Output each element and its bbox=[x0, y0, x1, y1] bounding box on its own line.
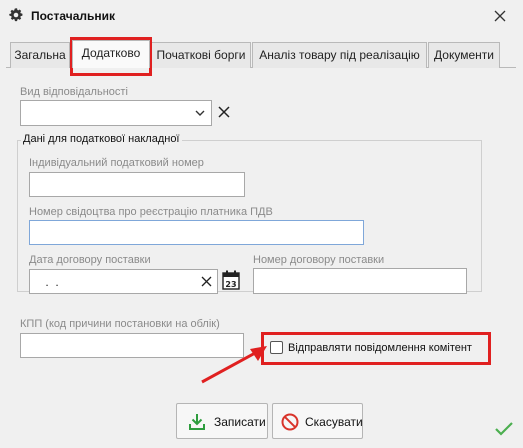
tax-number-input[interactable] bbox=[29, 172, 245, 197]
save-button[interactable]: Записати bbox=[176, 403, 268, 439]
save-download-icon bbox=[189, 414, 205, 430]
tax-invoice-group-title: Дані для податкової накладної bbox=[21, 133, 182, 145]
window-title: Постачальник bbox=[31, 9, 115, 23]
contract-number-label: Номер договору поставки bbox=[253, 254, 385, 266]
checkmark-icon bbox=[495, 422, 513, 436]
tab-documents[interactable]: Документи bbox=[428, 42, 500, 68]
send-commission-messages-label[interactable]: Відправляти повідомлення комітент bbox=[288, 342, 472, 354]
responsibility-type-select[interactable] bbox=[20, 100, 212, 126]
cancel-button[interactable]: Скасувати bbox=[272, 403, 363, 439]
contract-date-value: . . bbox=[42, 275, 59, 289]
save-button-label: Записати bbox=[214, 415, 266, 429]
responsibility-type-label: Вид відповідальності bbox=[20, 86, 128, 98]
tax-number-label: Індивідуальний податковий номер bbox=[29, 157, 204, 169]
contract-date-label: Дата договору поставки bbox=[29, 254, 151, 266]
tab-general[interactable]: Загальна bbox=[10, 42, 70, 68]
cancel-button-label: Скасувати bbox=[305, 415, 363, 429]
clear-icon[interactable] bbox=[217, 105, 231, 119]
kpp-label: КПП (код причини постановки на облік) bbox=[20, 318, 220, 330]
tab-initial-debts[interactable]: Початкові борги bbox=[151, 42, 251, 68]
svg-text:23: 23 bbox=[225, 280, 236, 289]
contract-number-input[interactable] bbox=[253, 268, 467, 294]
clear-date-icon[interactable] bbox=[201, 276, 212, 287]
calendar-icon[interactable]: 23 bbox=[222, 270, 240, 290]
tab-additional[interactable]: Додатково bbox=[72, 40, 150, 68]
close-icon[interactable] bbox=[490, 6, 510, 26]
chevron-down-icon bbox=[195, 110, 205, 116]
gear-icon bbox=[9, 8, 23, 22]
annotation-arrow-icon bbox=[201, 346, 267, 384]
contract-date-input[interactable]: . . bbox=[29, 269, 218, 294]
cancel-circle-icon bbox=[281, 413, 299, 431]
vat-certificate-input[interactable] bbox=[29, 220, 364, 245]
vat-certificate-label: Номер свідоцтва про реєстрацію платника … bbox=[29, 206, 273, 218]
tab-consignment-analysis[interactable]: Аналіз товару під реалізацію bbox=[252, 42, 427, 68]
